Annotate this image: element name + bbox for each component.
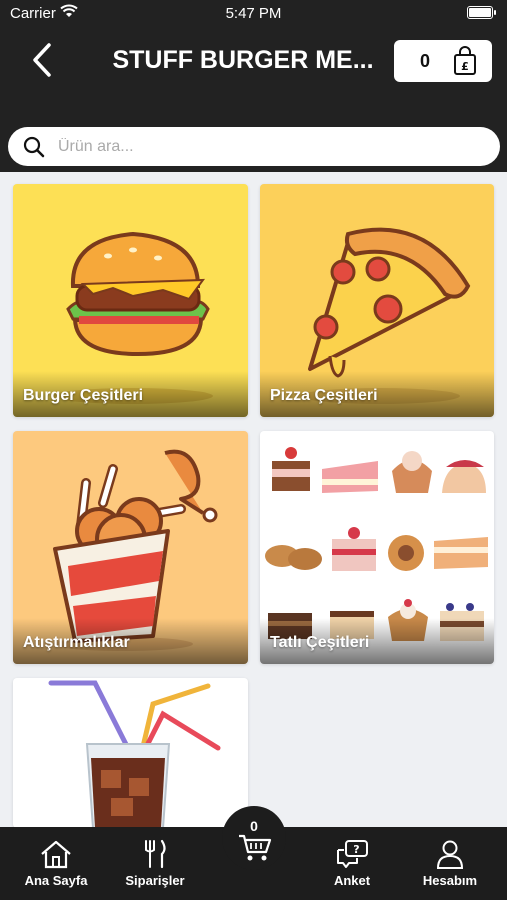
status-time: 5:47 PM [225, 5, 282, 22]
category-card-burger[interactable]: Burger Çeşitleri [13, 184, 248, 417]
home-icon [41, 840, 71, 869]
nav-label: Siparişler [125, 873, 185, 888]
nav-survey[interactable]: ? Anket [307, 827, 397, 900]
back-button[interactable] [22, 38, 62, 82]
nav-orders[interactable]: Siparişler [110, 827, 200, 900]
category-card-desserts[interactable]: Tatlı Çeşitleri [260, 431, 494, 664]
shopping-bag-icon: £ [454, 46, 476, 75]
user-icon [436, 840, 464, 869]
battery-icon [467, 6, 496, 19]
svg-text:£: £ [461, 60, 469, 73]
chevron-left-icon [33, 43, 51, 77]
nav-label: Ana Sayfa [24, 873, 88, 888]
category-label: Atıştırmalıklar [23, 634, 130, 651]
category-card-snacks[interactable]: Atıştırmalıklar [13, 431, 248, 664]
search-bar[interactable] [8, 127, 500, 166]
nav-label: Hesabım [422, 873, 478, 888]
category-card-drinks[interactable] [13, 678, 248, 828]
cart-badge-count: 0 [250, 818, 258, 834]
category-card-pizza[interactable]: Pizza Çeşitleri [260, 184, 494, 417]
nav-home[interactable]: Ana Sayfa [11, 827, 101, 900]
category-label: Tatlı Çeşitleri [270, 634, 370, 651]
page-title: STUFF BURGER ME... [112, 46, 374, 74]
cart-total-button[interactable]: 0 £ [394, 40, 492, 82]
cola-drink-illustration [48, 680, 221, 828]
cart-count: 0 [420, 50, 431, 71]
survey-chat-icon: ? [337, 840, 368, 868]
cutlery-icon [145, 839, 166, 869]
category-label: Burger Çeşitleri [23, 387, 144, 404]
shopping-cart-icon [239, 834, 272, 861]
nav-account[interactable]: Hesabım [405, 827, 495, 900]
header-bar: Carrier 5:47 PM STUFF BURGER ME... 0 £ [0, 0, 507, 172]
nav-label: Anket [333, 873, 371, 888]
search-icon [23, 136, 45, 157]
cart-button[interactable]: 0 [222, 806, 286, 870]
status-bar: Carrier 5:47 PM [0, 0, 507, 28]
svg-text:?: ? [353, 843, 359, 856]
search-input[interactable] [58, 137, 458, 156]
category-label: Pizza Çeşitleri [270, 387, 378, 404]
